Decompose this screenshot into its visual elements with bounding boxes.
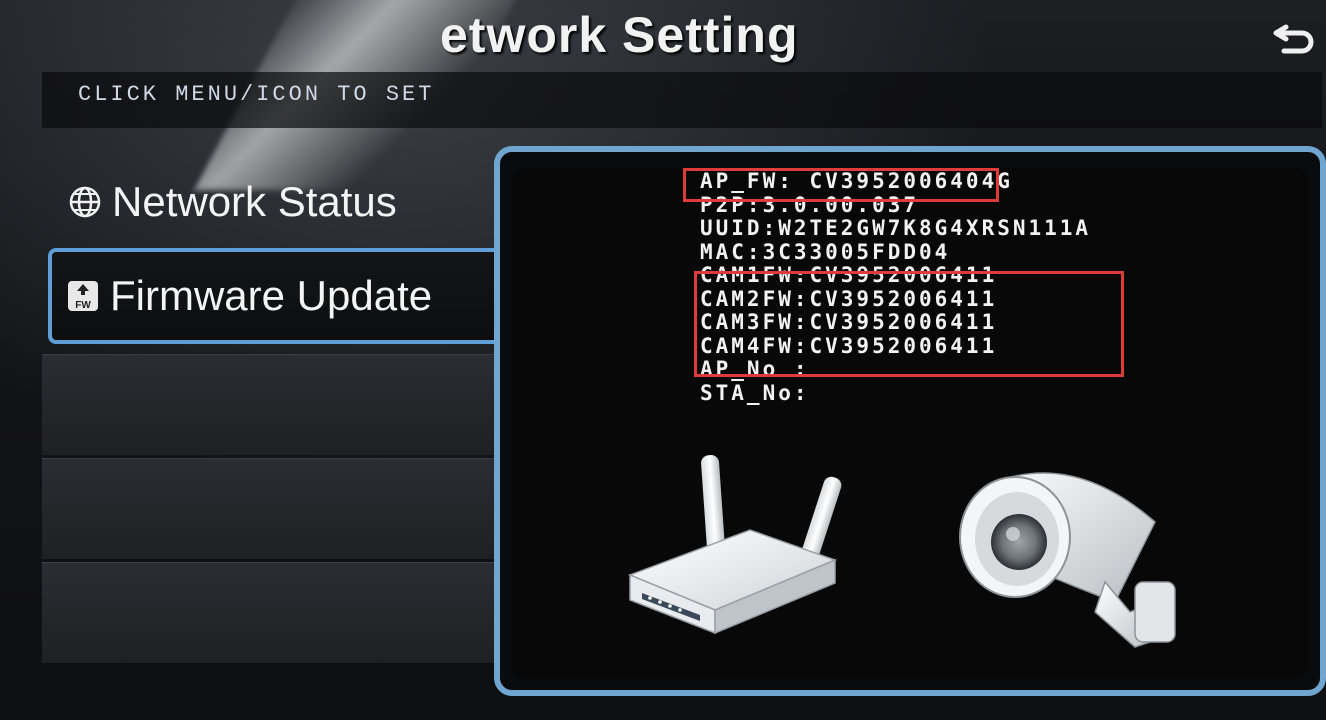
network-setting-screen: etwork Setting CLICK MENU/ICON TO SET Ne… xyxy=(0,0,1326,720)
sidebar-empty-slot xyxy=(42,562,502,663)
back-arrow-icon xyxy=(1273,24,1314,54)
firmware-icon: FW xyxy=(66,279,100,313)
sidebar-item-label: Firmware Update xyxy=(110,272,433,319)
ap-fw-highlight-box xyxy=(683,168,999,202)
sidebar-empty-slot xyxy=(42,354,502,455)
sidebar-empty-slot xyxy=(42,458,502,559)
wifi-router-icon xyxy=(620,445,850,650)
globe-icon xyxy=(68,185,102,219)
back-button[interactable] xyxy=(1268,14,1320,64)
sidebar-item-label: Network Status xyxy=(112,178,397,225)
hint-text: CLICK MENU/ICON TO SET xyxy=(78,82,435,107)
sidebar-item-firmware-update[interactable]: FW Firmware Update xyxy=(48,248,508,344)
page-title: etwork Setting xyxy=(440,7,799,63)
uuid-value: UUID:W2TE2GW7K8G4XRSN111A xyxy=(700,216,1092,240)
security-camera-icon xyxy=(955,462,1185,657)
sta-no-value: STA_No: xyxy=(700,380,810,405)
sidebar: Network Status FW Firmware Update xyxy=(42,140,512,700)
svg-text:FW: FW xyxy=(75,300,91,311)
cam-fw-highlight-box xyxy=(694,271,1124,377)
sidebar-item-network-status[interactable]: Network Status xyxy=(42,152,502,252)
mac-value: MAC:3C33005FDD04 xyxy=(700,239,951,264)
